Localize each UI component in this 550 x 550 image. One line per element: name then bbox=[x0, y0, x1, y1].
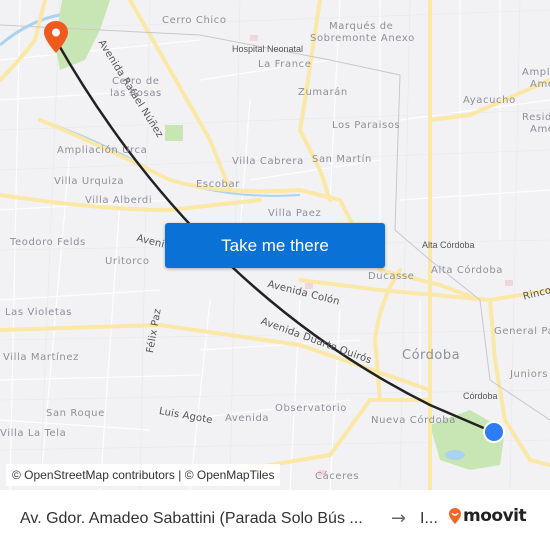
map[interactable]: Cerro Chico Marqués de Sobremonte Anexo … bbox=[0, 0, 550, 490]
map-label-ampl-1: Ampl bbox=[522, 67, 550, 78]
map-label-marques-2: Sobremonte Anexo bbox=[310, 33, 415, 44]
map-label-hospital: Hospital Neonatal bbox=[232, 44, 304, 54]
destination-pin-icon[interactable] bbox=[42, 20, 70, 56]
map-label-general-paz: General Pa bbox=[494, 326, 550, 337]
map-label-villa-martinez: Villa Martínez bbox=[3, 352, 79, 363]
map-label-uritorco: Uritorco bbox=[105, 256, 150, 267]
arrow-right-icon: → bbox=[391, 508, 407, 529]
moovit-logo[interactable]: moovit bbox=[448, 506, 527, 526]
map-label-ducasse: Ducasse bbox=[368, 271, 415, 282]
map-label-zumaran: Zumarán bbox=[298, 87, 348, 98]
map-label-villa-alberdi: Villa Alberdi bbox=[85, 195, 153, 206]
map-label-alta-cordoba: Alta Córdoba bbox=[431, 265, 504, 276]
map-label-cordoba-city: Córdoba bbox=[402, 348, 461, 363]
map-label-cordoba-small: Córdoba bbox=[463, 391, 498, 401]
map-label-las-violetas: Las Violetas bbox=[5, 307, 72, 318]
map-label-alta-cordoba-small: Alta Córdoba bbox=[422, 240, 475, 250]
map-label-villa-cabrera: Villa Cabrera bbox=[232, 156, 304, 167]
map-label-cerro-chico: Cerro Chico bbox=[162, 15, 227, 26]
map-label-villa-urquiza: Villa Urquiza bbox=[54, 176, 125, 187]
map-label-juniors: Juniors bbox=[510, 369, 549, 380]
take-me-there-button[interactable]: Take me there bbox=[165, 223, 385, 268]
map-label-resid-1: Resid bbox=[522, 112, 550, 123]
map-label-ayacucho: Ayacucho bbox=[463, 95, 516, 106]
map-label-san-roque: San Roque bbox=[46, 408, 105, 419]
map-attribution[interactable]: © OpenStreetMap contributors | © OpenMap… bbox=[6, 464, 281, 486]
map-label-nueva-cordoba: Nueva Córdoba bbox=[371, 415, 456, 426]
map-label-los-paraisos: Los Paraisos bbox=[332, 120, 401, 131]
route-origin-text: Av. Gdor. Amadeo Sabattini (Parada Solo … bbox=[20, 510, 363, 527]
map-label-caceres: Cáceres bbox=[315, 471, 360, 482]
map-label-villa-la-tela: Villa La Tela bbox=[0, 428, 67, 439]
route-destination-text: I... bbox=[420, 510, 438, 527]
map-label-resid-2: Ame bbox=[530, 124, 550, 135]
map-label-cerro-rosas-1: Cerro de bbox=[112, 76, 160, 87]
moovit-pin-icon bbox=[449, 508, 461, 524]
map-label-san-martin: San Martín bbox=[312, 154, 372, 165]
map-label-ampl-2: Ame bbox=[530, 79, 550, 90]
origin-location-icon[interactable] bbox=[482, 420, 506, 444]
map-label-teodoro-felds: Teodoro Felds bbox=[10, 237, 86, 248]
map-label-avenida: Avenida bbox=[225, 413, 270, 424]
route-footer: Av. Gdor. Amadeo Sabattini (Parada Solo … bbox=[0, 490, 550, 550]
map-label-escobar: Escobar bbox=[196, 179, 240, 190]
moovit-wordmark: moovit bbox=[463, 506, 527, 526]
map-label-ampliacion-urca: Ampliación Urca bbox=[57, 145, 148, 156]
map-label-villa-paez: Villa Paez bbox=[268, 208, 322, 219]
map-label-la-france: La France bbox=[258, 59, 312, 70]
map-label-marques-1: Marqués de bbox=[329, 21, 394, 32]
map-label-cerro-rosas-2: las Rosas bbox=[110, 88, 162, 99]
map-label-observatorio: Observatorio bbox=[275, 403, 347, 414]
